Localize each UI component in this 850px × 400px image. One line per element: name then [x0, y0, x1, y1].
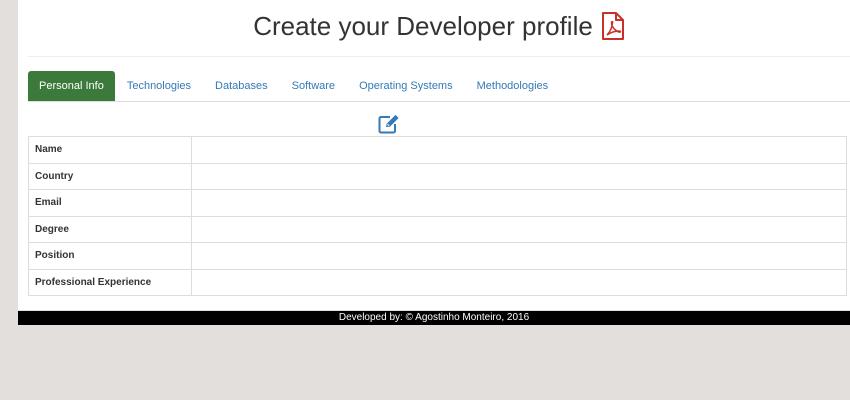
- table-row: Email: [28, 189, 847, 217]
- table-row: Degree: [28, 215, 847, 243]
- table-row: Professional Experience: [28, 268, 847, 296]
- field-value-degree: [191, 215, 847, 243]
- tab-databases[interactable]: Databases: [203, 71, 280, 101]
- field-label-email: Email: [28, 189, 192, 217]
- page-header: Create your Developer profile: [28, 0, 850, 57]
- personal-info-table: Name Country Email Degree Position Profe…: [28, 136, 847, 296]
- table-row: Name: [28, 136, 847, 164]
- profile-tabs: Personal Info Technologies Databases Sof…: [28, 71, 850, 102]
- tab-personal-info[interactable]: Personal Info: [28, 71, 115, 101]
- page-footer: Developed by: © Agostinho Monteiro, 2016: [18, 311, 850, 325]
- field-value-name: [191, 136, 847, 164]
- pdf-file-icon[interactable]: [601, 12, 625, 40]
- tab-software[interactable]: Software: [280, 71, 347, 101]
- field-value-email: [191, 189, 847, 217]
- main-container: Create your Developer profile Personal I…: [18, 0, 850, 310]
- table-row: Position: [28, 242, 847, 270]
- field-label-name: Name: [28, 136, 192, 164]
- field-label-country: Country: [28, 162, 192, 190]
- tab-technologies[interactable]: Technologies: [115, 71, 203, 101]
- field-label-position: Position: [28, 242, 192, 270]
- field-label-professional-experience: Professional Experience: [28, 268, 192, 296]
- page-title: Create your Developer profile: [253, 11, 593, 41]
- field-value-professional-experience: [191, 268, 847, 296]
- table-row: Country: [28, 162, 847, 190]
- tab-methodologies[interactable]: Methodologies: [465, 71, 561, 101]
- field-value-position: [191, 242, 847, 270]
- edit-icon[interactable]: [378, 114, 400, 134]
- tab-operating-systems[interactable]: Operating Systems: [347, 71, 465, 101]
- field-label-degree: Degree: [28, 215, 192, 243]
- field-value-country: [191, 162, 847, 190]
- title-row: Create your Developer profile: [253, 11, 625, 41]
